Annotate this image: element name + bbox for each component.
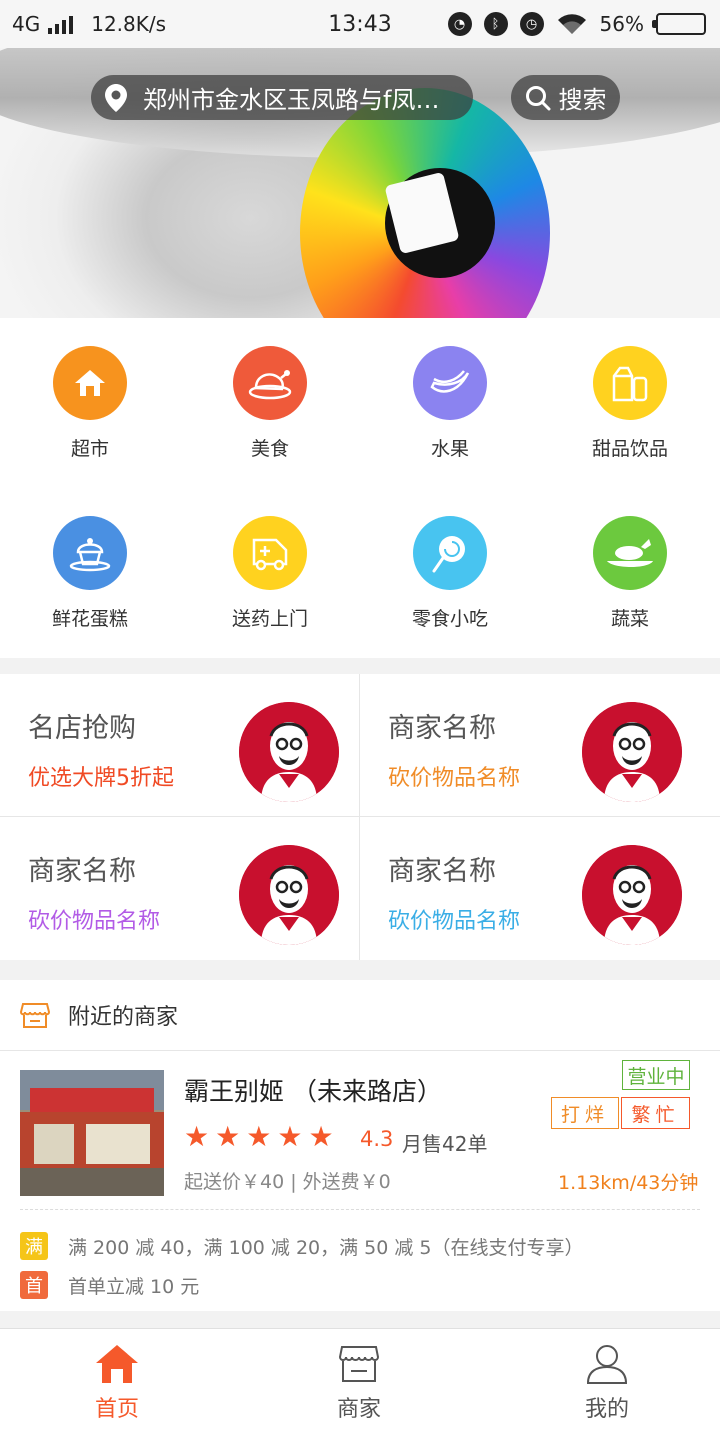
battery-icon	[652, 13, 706, 35]
tab-merchants[interactable]: 商家	[279, 1329, 439, 1434]
promo-card[interactable]: 商家名称 砍价物品名称	[0, 817, 360, 960]
deal-first-order: 首 首单立减 10 元	[20, 1271, 199, 1299]
open-status-badge: 营业中	[622, 1060, 690, 1090]
banana-icon	[413, 346, 487, 420]
user-icon	[586, 1345, 628, 1384]
category-flowers-cake[interactable]: 鲜花蛋糕	[0, 488, 180, 658]
category-label: 零食小吃	[411, 608, 488, 630]
promo-card[interactable]: 商家名称 砍价物品名称	[360, 674, 720, 817]
signal-icon	[48, 14, 74, 34]
medicine-truck-icon	[233, 516, 307, 590]
promo-subtitle: 砍价物品名称	[28, 909, 161, 934]
shop-name[interactable]: 霸王别姬 （未来路店）	[184, 1072, 442, 1108]
category-fruit[interactable]: 水果	[360, 318, 540, 488]
tab-label: 我的	[584, 1397, 629, 1422]
category-snacks[interactable]: 零食小吃	[360, 488, 540, 658]
category-label: 超市	[70, 438, 109, 460]
lollipop-icon	[413, 516, 487, 590]
deal-text: 首单立减 10 元	[68, 1275, 200, 1298]
bluetooth-icon: ᛒ	[483, 12, 508, 36]
monthly-sales: 月售42单	[402, 1132, 488, 1156]
tab-label: 首页	[94, 1397, 139, 1422]
promo-grid: 名店抢购 优选大牌5折起 商家名称 砍价物品名称 商家名称 砍价物品名称 商家名…	[0, 674, 720, 960]
deal-text: 满 200 减 40，满 100 减 20，满 50 减 5（在线支付专享）	[68, 1236, 584, 1259]
search-label: 搜索	[558, 86, 607, 114]
distance-time: 1.13km/43分钟	[558, 1172, 699, 1194]
network-type: 4G	[12, 12, 41, 36]
nearby-section: 附近的商家 霸王别姬 （未来路店） ★ ★ ★ ★ ★ 4.3 月售42单 起送价￥40…	[0, 980, 720, 1311]
category-label: 水果	[430, 438, 469, 460]
vegetable-icon	[593, 516, 667, 590]
home-icon	[53, 346, 127, 420]
milk-carton-icon	[593, 346, 667, 420]
search-button[interactable]: 搜索	[511, 75, 620, 120]
category-label: 蔬菜	[610, 608, 649, 630]
deal-discount: 满 满 200 减 40，满 100 减 20，满 50 减 5（在线支付专享）	[20, 1232, 584, 1260]
home-icon	[96, 1345, 138, 1383]
category-grid: 超市 美食 水果 甜品饮品 鲜花蛋糕 送药上门 零食小吃 蔬菜	[0, 318, 720, 658]
category-food[interactable]: 美食	[180, 318, 360, 488]
tab-mine[interactable]: 我的	[527, 1329, 687, 1434]
promo-title: 商家名称	[388, 856, 496, 887]
promo-title: 商家名称	[388, 713, 496, 744]
category-medicine[interactable]: 送药上门	[180, 488, 360, 658]
shop-rating: 4.3	[360, 1127, 394, 1151]
kfc-logo	[582, 845, 682, 945]
category-label: 送药上门	[231, 608, 308, 630]
divider	[20, 1209, 700, 1210]
promo-title: 名店抢购	[28, 713, 136, 744]
kfc-logo	[239, 702, 339, 802]
closed-tag: 打烊	[551, 1097, 619, 1129]
category-label: 鲜花蛋糕	[51, 608, 128, 630]
nfc-icon: ◔	[447, 12, 472, 36]
kfc-logo	[239, 845, 339, 945]
tab-label: 商家	[336, 1397, 381, 1422]
search-icon	[525, 85, 550, 110]
star-icon: ★	[308, 1120, 334, 1153]
location-text: 郑州市金水区玉凤路与f凤凰…	[143, 86, 459, 114]
cupcake-icon	[53, 516, 127, 590]
shop-photo[interactable]	[20, 1070, 164, 1196]
store-icon	[338, 1346, 380, 1382]
alarm-icon: ◷	[519, 12, 544, 36]
roast-chicken-icon	[233, 346, 307, 420]
star-icon: ★	[277, 1120, 303, 1153]
battery-percent: 56%	[599, 12, 644, 36]
promo-title: 商家名称	[28, 856, 136, 887]
nearby-title: 附近的商家	[68, 1005, 179, 1030]
location-selector[interactable]: 郑州市金水区玉凤路与f凤凰…	[91, 75, 473, 120]
shop-icon	[20, 1003, 50, 1028]
nearby-header: 附近的商家	[0, 980, 720, 1051]
location-pin-icon	[105, 83, 127, 112]
promo-subtitle: 优选大牌5折起	[28, 766, 174, 791]
category-dessert-drinks[interactable]: 甜品饮品	[540, 318, 720, 488]
rating-stars: ★ ★ ★ ★ ★	[184, 1123, 334, 1151]
status-bar: 4G 12.8K/s 13:43 ◔ ᛒ ◷ 56%	[0, 0, 720, 48]
delivery-fees: 起送价￥40 | 外送费￥0	[184, 1171, 391, 1193]
promo-subtitle: 砍价物品名称	[388, 909, 521, 934]
network-speed: 12.8K/s	[91, 12, 167, 36]
star-icon: ★	[246, 1120, 272, 1153]
busy-tag: 繁忙	[621, 1097, 690, 1129]
category-label: 甜品饮品	[591, 438, 668, 460]
category-vegetables[interactable]: 蔬菜	[540, 488, 720, 658]
kfc-logo	[582, 702, 682, 802]
star-icon: ★	[184, 1120, 210, 1153]
wifi-icon	[557, 14, 586, 34]
category-label: 美食	[250, 438, 289, 460]
first-order-badge: 首	[20, 1271, 48, 1299]
promo-card[interactable]: 名店抢购 优选大牌5折起	[0, 674, 360, 817]
tab-bar: 首页 商家 我的	[0, 1328, 720, 1434]
discount-badge: 满	[20, 1232, 48, 1260]
promo-subtitle: 砍价物品名称	[388, 766, 521, 791]
category-supermarket[interactable]: 超市	[0, 318, 180, 488]
promo-card[interactable]: 商家名称 砍价物品名称	[360, 817, 720, 960]
star-icon: ★	[215, 1120, 241, 1153]
tab-home[interactable]: 首页	[37, 1329, 197, 1434]
